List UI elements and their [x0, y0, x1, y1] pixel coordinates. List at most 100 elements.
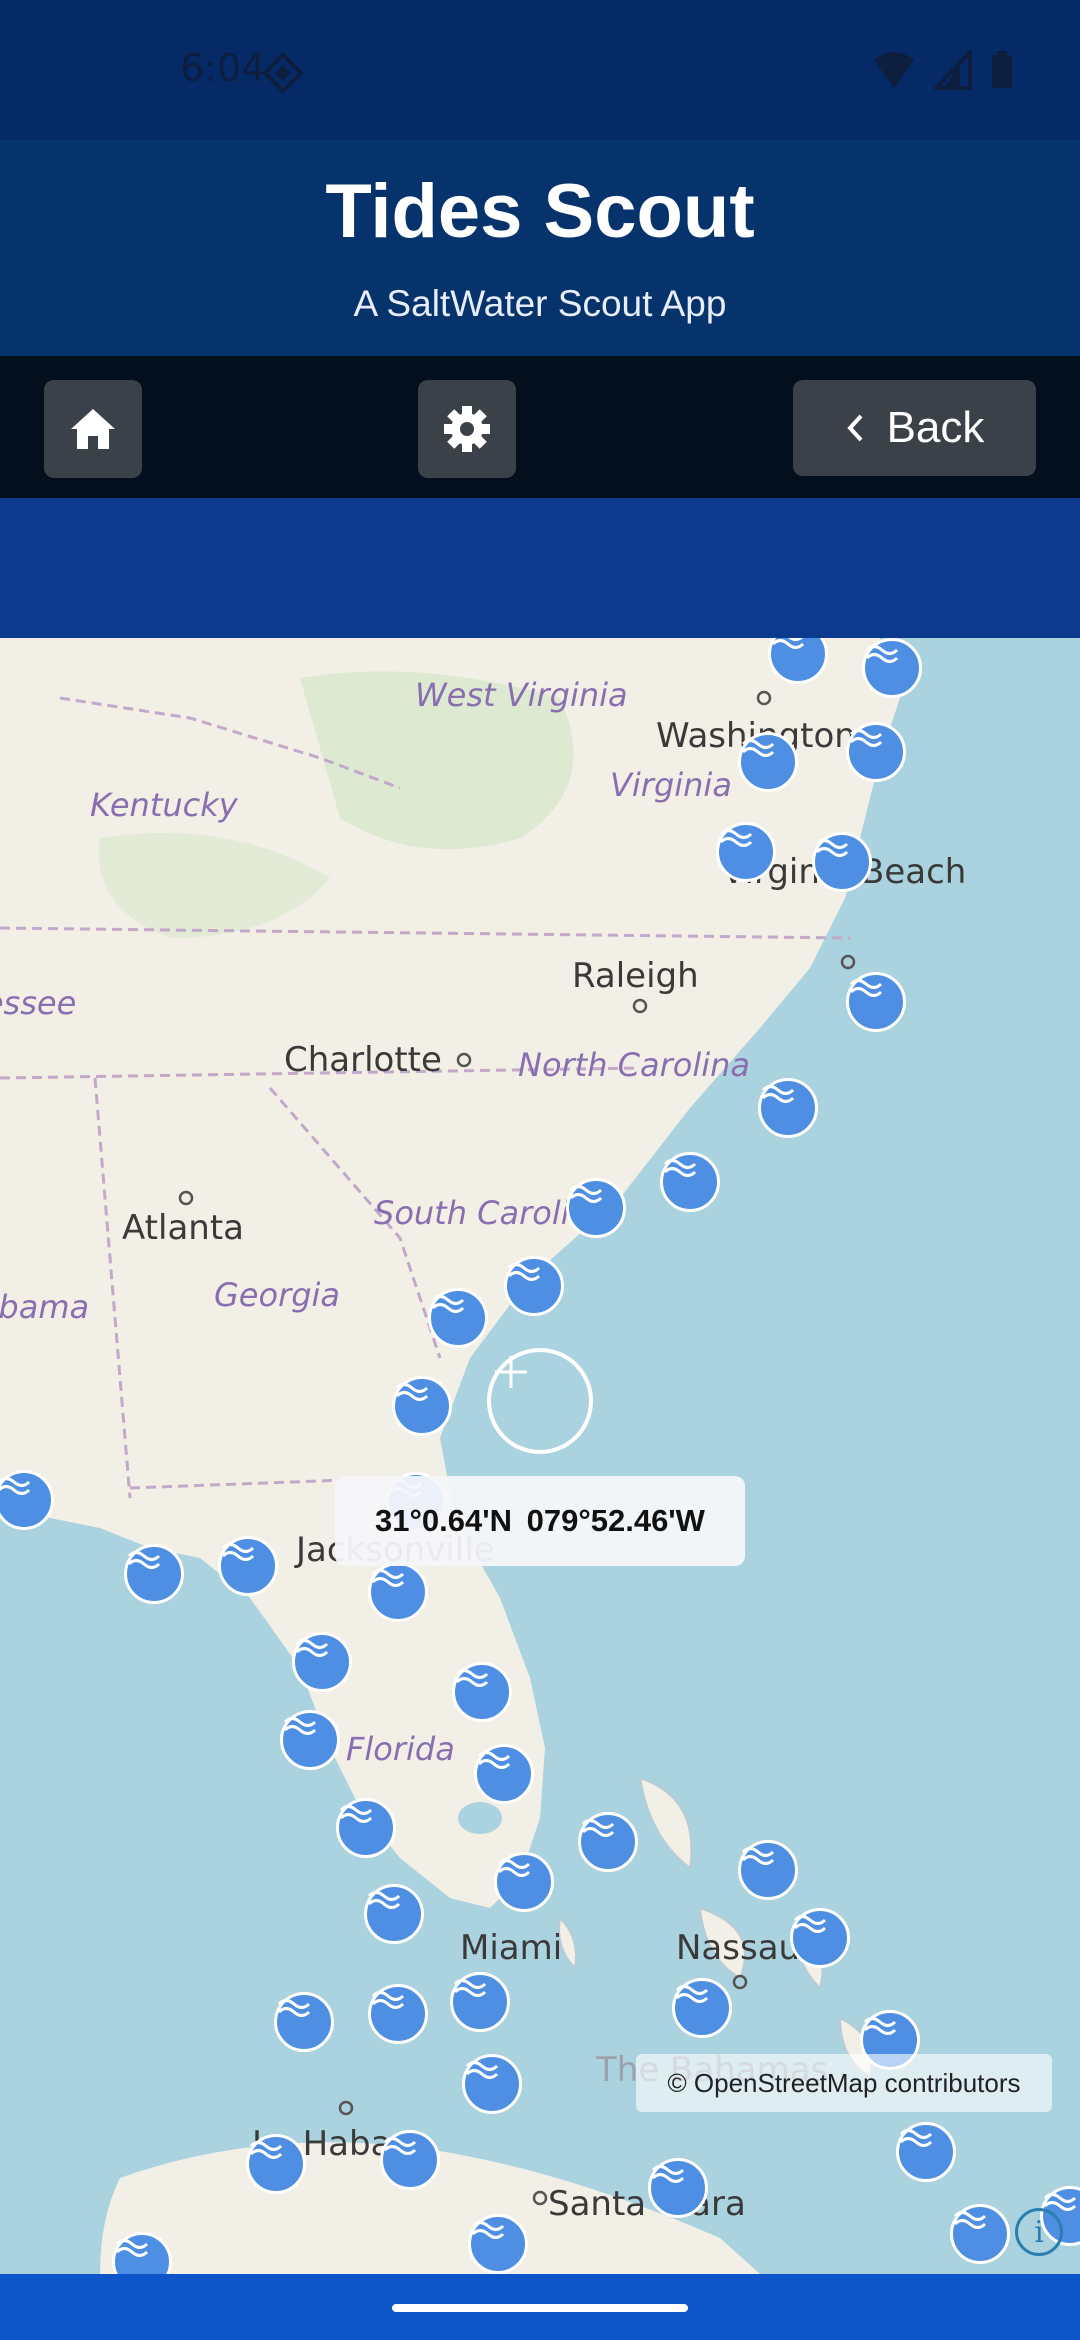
label-alabama: Alabama	[0, 1288, 90, 1326]
label-west-virginia: West Virginia	[415, 676, 628, 714]
tide-wave-icon	[741, 739, 775, 757]
tide-station-marker[interactable]	[380, 2130, 440, 2190]
tide-station-marker[interactable]	[738, 732, 798, 792]
tide-wave-icon	[127, 1551, 161, 1569]
tide-wave-icon	[471, 2221, 505, 2239]
notification-diamond-icon	[262, 52, 304, 94]
tide-station-marker[interactable]	[862, 638, 922, 698]
tide-wave-icon	[771, 638, 805, 649]
label-raleigh: Raleigh	[572, 956, 699, 996]
tide-station-marker[interactable]	[660, 1152, 720, 1212]
label-miami: Miami	[460, 1928, 563, 1968]
label-kentucky: Kentucky	[90, 786, 238, 824]
tide-wave-icon	[221, 1543, 255, 1561]
tide-wave-icon	[367, 1891, 401, 1909]
tide-station-marker[interactable]	[452, 1662, 512, 1722]
tide-wave-icon	[719, 829, 753, 847]
tide-station-marker[interactable]	[450, 1972, 510, 2032]
wifi-icon	[874, 52, 914, 88]
home-button[interactable]	[44, 380, 142, 478]
tide-wave-icon	[395, 1383, 429, 1401]
tide-wave-icon	[849, 729, 883, 747]
tide-station-marker[interactable]	[368, 1562, 428, 1622]
tide-station-marker[interactable]	[648, 2158, 708, 2218]
tide-station-marker[interactable]	[790, 1908, 850, 1968]
label-charlotte: Charlotte	[284, 1040, 442, 1080]
tide-station-marker[interactable]	[494, 1852, 554, 1912]
tide-station-marker[interactable]	[846, 722, 906, 782]
map-attribution[interactable]: © OpenStreetMap contributors	[636, 2054, 1052, 2112]
tide-station-marker[interactable]	[124, 1544, 184, 1604]
status-time: 6:04	[180, 46, 266, 90]
tide-wave-icon	[371, 1991, 405, 2009]
tide-wave-icon	[581, 1819, 615, 1837]
tide-station-marker[interactable]	[280, 1710, 340, 1770]
system-nav-bar	[0, 2274, 1080, 2340]
coordinates-readout: 31°0.64'N 079°52.46'W	[335, 1476, 745, 1566]
tide-wave-icon	[465, 2061, 499, 2079]
tide-station-marker[interactable]	[846, 972, 906, 1032]
signal-icon	[934, 50, 972, 90]
tide-wave-icon	[283, 1717, 317, 1735]
settings-button[interactable]	[418, 380, 516, 478]
tide-station-marker[interactable]	[758, 1078, 818, 1138]
tide-wave-icon	[863, 2017, 897, 2035]
tide-station-marker[interactable]	[462, 2054, 522, 2114]
tide-station-marker[interactable]	[368, 1984, 428, 2044]
label-georgia: Georgia	[214, 1276, 341, 1314]
plus-icon	[495, 1356, 527, 1388]
tide-station-marker[interactable]	[392, 1376, 452, 1436]
tide-station-marker[interactable]	[950, 2204, 1010, 2264]
label-north-carolina: North Carolina	[518, 1046, 751, 1084]
gear-icon	[444, 406, 490, 452]
tide-station-marker[interactable]	[218, 1536, 278, 1596]
tide-station-marker[interactable]	[274, 1992, 334, 2052]
label-florida: Florida	[346, 1730, 455, 1768]
tide-station-marker[interactable]	[336, 1798, 396, 1858]
label-nassau: Nassau	[676, 1928, 801, 1968]
tide-station-marker[interactable]	[504, 1256, 564, 1316]
tide-station-marker[interactable]	[468, 2214, 528, 2274]
back-button[interactable]: Back	[793, 380, 1036, 476]
info-button[interactable]: i	[1015, 2208, 1063, 2256]
label-virginia: Virginia	[610, 766, 732, 804]
tide-wave-icon	[453, 1979, 487, 1997]
tide-wave-icon	[815, 839, 849, 857]
gesture-handle[interactable]	[392, 2304, 688, 2312]
tide-station-marker[interactable]	[738, 1840, 798, 1900]
status-bar: 6:04	[0, 0, 1080, 140]
app-subtitle: A SaltWater Scout App	[353, 283, 727, 324]
tide-station-marker[interactable]	[578, 1812, 638, 1872]
tide-wave-icon	[339, 1805, 373, 1823]
map-view[interactable]: West Virginia Washington Virginia Kentuc…	[0, 638, 1080, 2274]
tide-station-marker[interactable]	[566, 1178, 626, 1238]
map-center-crosshair	[487, 1348, 593, 1454]
tide-wave-icon	[497, 1859, 531, 1877]
tide-wave-icon	[277, 1999, 311, 2017]
tide-station-marker[interactable]	[716, 822, 776, 882]
tide-wave-icon	[371, 1569, 405, 1587]
tide-station-marker[interactable]	[474, 1744, 534, 1804]
tide-wave-icon	[953, 2211, 987, 2229]
label-atlanta: Atlanta	[122, 1208, 244, 1248]
tide-wave-icon	[249, 2141, 283, 2159]
tide-wave-icon	[651, 2165, 685, 2183]
header-spacer	[0, 498, 1080, 638]
tide-wave-icon	[849, 979, 883, 997]
tide-station-marker[interactable]	[812, 832, 872, 892]
tide-station-marker[interactable]	[428, 1288, 488, 1348]
back-label: Back	[886, 403, 985, 452]
tide-wave-icon	[507, 1263, 541, 1281]
tide-wave-icon	[865, 645, 899, 663]
tide-station-marker[interactable]	[292, 1632, 352, 1692]
tide-wave-icon	[569, 1185, 603, 1203]
tide-station-marker[interactable]	[672, 1978, 732, 2038]
app-header: Tides Scout A SaltWater Scout App	[0, 140, 1080, 356]
tide-wave-icon	[383, 2137, 417, 2155]
toolbar: Back	[0, 356, 1080, 498]
label-santa-clara: Santa Clara	[548, 2184, 746, 2224]
tide-wave-icon	[793, 1915, 827, 1933]
tide-station-marker[interactable]	[364, 1884, 424, 1944]
tide-station-marker[interactable]	[896, 2122, 956, 2182]
tide-station-marker[interactable]	[246, 2134, 306, 2194]
